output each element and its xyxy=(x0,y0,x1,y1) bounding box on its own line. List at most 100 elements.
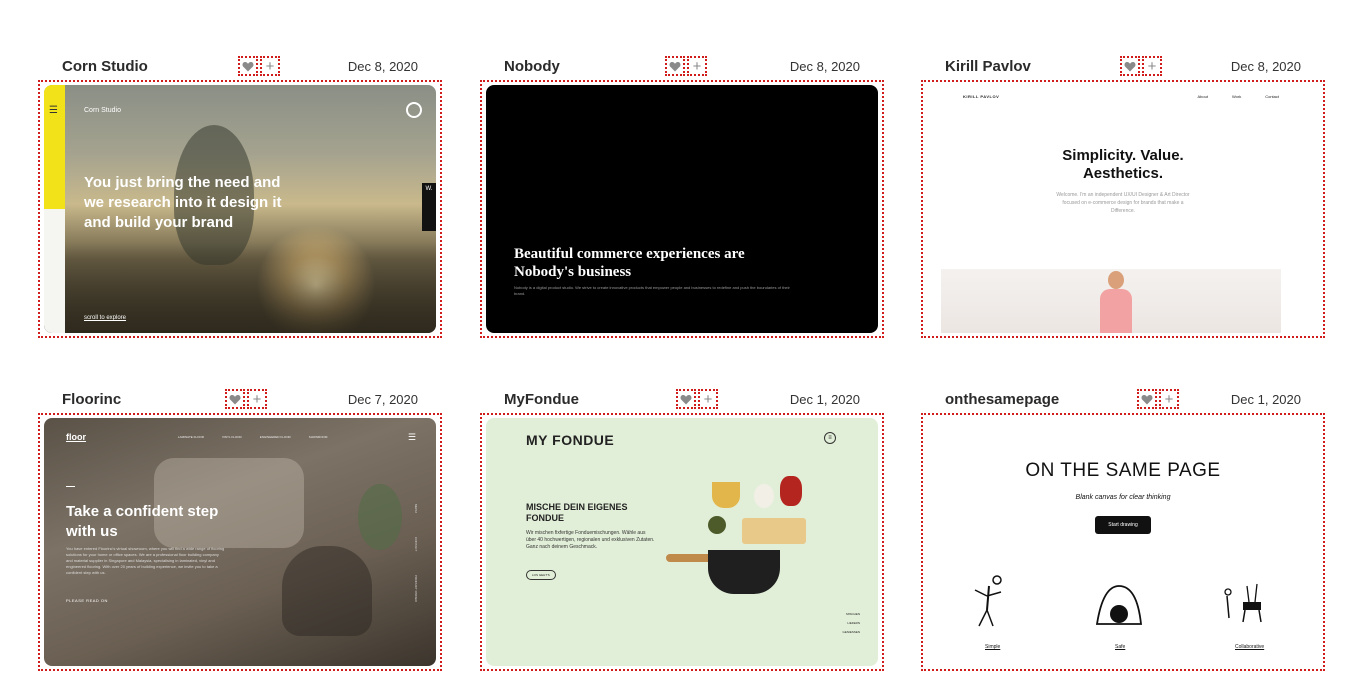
preview-nav-item: Work xyxy=(1231,94,1242,99)
preview-nav: LAMINATE FLOOR VINYL FLOOR ENGINEERED FL… xyxy=(178,435,327,439)
preview-step: MISCHEN xyxy=(846,612,860,616)
preview-cta: PLEASE READ ON xyxy=(66,598,108,603)
card-thumbnail-link[interactable]: KIRILL PAVLOV About Work Contact Simplic… xyxy=(921,80,1325,338)
site-card: Kirill Pavlov + Dec 8, 2020 KIRILL PAVLO… xyxy=(921,52,1325,338)
preview-description-wrap: Welcome. I'm an independent UX/UI Design… xyxy=(927,191,1319,215)
preview-button: LOS GEHT'S xyxy=(526,570,556,580)
like-heart-icon[interactable] xyxy=(665,56,685,76)
like-heart-icon[interactable] xyxy=(1120,56,1140,76)
preview-headline: ON THE SAME PAGE xyxy=(1025,460,1221,481)
feature-label: Collaborative xyxy=(1235,644,1265,650)
add-plus-icon[interactable]: + xyxy=(260,56,280,76)
like-heart-icon[interactable] xyxy=(676,389,696,409)
card-actions: + xyxy=(676,389,718,409)
card-title[interactable]: Floorinc xyxy=(62,391,121,408)
add-plus-icon[interactable]: + xyxy=(1159,389,1179,409)
preview-headline: MISCHE DEIN EIGENES FONDUE xyxy=(526,502,628,523)
card-header: onthesamepage + Dec 1, 2020 xyxy=(921,385,1325,413)
card-thumbnail-link[interactable]: floor LAMINATE FLOOR VINYL FLOOR ENGINEE… xyxy=(38,413,442,671)
like-heart-icon[interactable] xyxy=(225,389,245,409)
herbs-shape xyxy=(708,516,726,534)
plant-shape xyxy=(358,484,402,550)
studio-logo-icon xyxy=(406,102,422,118)
card-actions: + xyxy=(665,56,707,76)
card-actions: + xyxy=(225,389,267,409)
preview-nav-item: VINYL FLOOR xyxy=(221,435,242,439)
card-title[interactable]: onthesamepage xyxy=(945,391,1059,408)
preview-scroll-cta: scroll to explore xyxy=(84,315,127,321)
card-header: Nobody + Dec 8, 2020 xyxy=(480,52,884,80)
preview-brand: MY FONDUE xyxy=(526,432,615,448)
site-card: MyFondue + Dec 1, 2020 MY FONDUE ≡ MISCH… xyxy=(480,385,884,671)
card-header: Floorinc + Dec 7, 2020 xyxy=(38,385,442,413)
doodle-cave-icon xyxy=(1093,572,1143,632)
add-plus-icon[interactable]: + xyxy=(1142,56,1162,76)
preview-headline: You just bring the need and we research … xyxy=(84,174,282,231)
card-actions: + xyxy=(1120,56,1162,76)
preview-nav-item: SHOWROOM xyxy=(308,435,328,439)
feature-label: Safe xyxy=(1115,644,1126,650)
preview-side-link: PRODUCT FINDER xyxy=(414,575,418,602)
preview-side-links: MENU CONTACT PRODUCT FINDER xyxy=(414,504,418,602)
card-actions: + xyxy=(1137,389,1179,409)
site-preview: floor LAMINATE FLOOR VINYL FLOOR ENGINEE… xyxy=(44,418,436,666)
menu-icon: ≡ xyxy=(824,432,836,444)
site-card: Nobody + Dec 8, 2020 Beautiful commerce … xyxy=(480,52,884,338)
preview-headline: Beautiful commerce experiences are Nobod… xyxy=(514,246,745,280)
card-header: Corn Studio + Dec 8, 2020 xyxy=(38,52,442,80)
pot-handle-shape xyxy=(666,554,714,562)
like-heart-icon[interactable] xyxy=(238,56,258,76)
card-date: Dec 1, 2020 xyxy=(789,392,860,407)
card-thumbnail-link[interactable]: ☰ Corn Studio You just bring the need an… xyxy=(38,80,442,338)
preview-steps: MISCHEN LIEFERN GENIESSEN xyxy=(842,612,860,634)
preview-left-rail xyxy=(44,209,65,333)
card-title[interactable]: Nobody xyxy=(504,58,560,75)
preview-button: Start drawing xyxy=(1095,516,1151,534)
portrait-head xyxy=(1108,271,1124,289)
doodle-animals-icon xyxy=(1219,572,1269,632)
hamburger-icon: ☰ xyxy=(49,105,58,116)
card-date: Dec 8, 2020 xyxy=(1230,59,1301,74)
site-card: onthesamepage + Dec 1, 2020 ON THE SAME … xyxy=(921,385,1325,671)
add-plus-icon[interactable]: + xyxy=(698,389,718,409)
preview-description: You have entered Floorinc's virtual show… xyxy=(66,546,225,575)
site-preview: ON THE SAME PAGE Blank canvas for clear … xyxy=(927,418,1319,666)
card-actions: + xyxy=(238,56,280,76)
portrait-illustration xyxy=(1098,271,1134,333)
oil-cup-shape xyxy=(712,482,740,508)
preview-nav: About Work Contact xyxy=(1197,94,1279,99)
preview-description: Blank canvas for clear thinking xyxy=(1075,494,1171,501)
preview-step: GENIESSEN xyxy=(842,630,860,634)
hamburger-icon: ☰ xyxy=(407,432,416,442)
preview-nav-item: Contact xyxy=(1265,94,1279,99)
site-preview: Beautiful commerce experiences are Nobod… xyxy=(486,85,878,333)
preview-step: LIEFERN xyxy=(847,621,860,625)
site-card: Corn Studio + Dec 8, 2020 ☰ Corn Studio … xyxy=(38,52,442,338)
preview-side-link: MENU xyxy=(414,504,418,513)
card-thumbnail-link[interactable]: Beautiful commerce experiences are Nobod… xyxy=(480,80,884,338)
site-preview: ☰ Corn Studio You just bring the need an… xyxy=(44,85,436,333)
preview-headline: Take a confident step with us xyxy=(66,503,219,540)
preview-brand: floor xyxy=(66,432,86,442)
preview-nav-item: LAMINATE FLOOR xyxy=(178,435,204,439)
card-thumbnail-link[interactable]: ON THE SAME PAGE Blank canvas for clear … xyxy=(921,413,1325,671)
card-title[interactable]: Corn Studio xyxy=(62,58,148,75)
award-badge: W. xyxy=(422,183,436,231)
card-date: Dec 7, 2020 xyxy=(347,392,418,407)
card-title[interactable]: Kirill Pavlov xyxy=(945,58,1031,75)
yellow-sidebar-accent xyxy=(44,85,65,209)
preview-side-link: CONTACT xyxy=(414,536,418,552)
preview-nav-item: ENGINEERED FLOOR xyxy=(259,435,291,439)
preview-description: Nobody is a digital product studio. We s… xyxy=(514,285,790,296)
like-heart-icon[interactable] xyxy=(1137,389,1157,409)
add-plus-icon[interactable]: + xyxy=(247,389,267,409)
preview-brand: Corn Studio xyxy=(84,107,121,114)
card-thumbnail-link[interactable]: MY FONDUE ≡ MISCHE DEIN EIGENES FONDUE W… xyxy=(480,413,884,671)
card-title[interactable]: MyFondue xyxy=(504,391,579,408)
preview-description: Welcome. I'm an independent UX/UI Design… xyxy=(1056,192,1190,214)
card-date: Dec 1, 2020 xyxy=(1230,392,1301,407)
add-plus-icon[interactable]: + xyxy=(687,56,707,76)
preview-headline: Simplicity. Value. Aesthetics. xyxy=(927,147,1319,183)
card-header: Kirill Pavlov + Dec 8, 2020 xyxy=(921,52,1325,80)
preview-nav-item: About xyxy=(1197,94,1208,99)
